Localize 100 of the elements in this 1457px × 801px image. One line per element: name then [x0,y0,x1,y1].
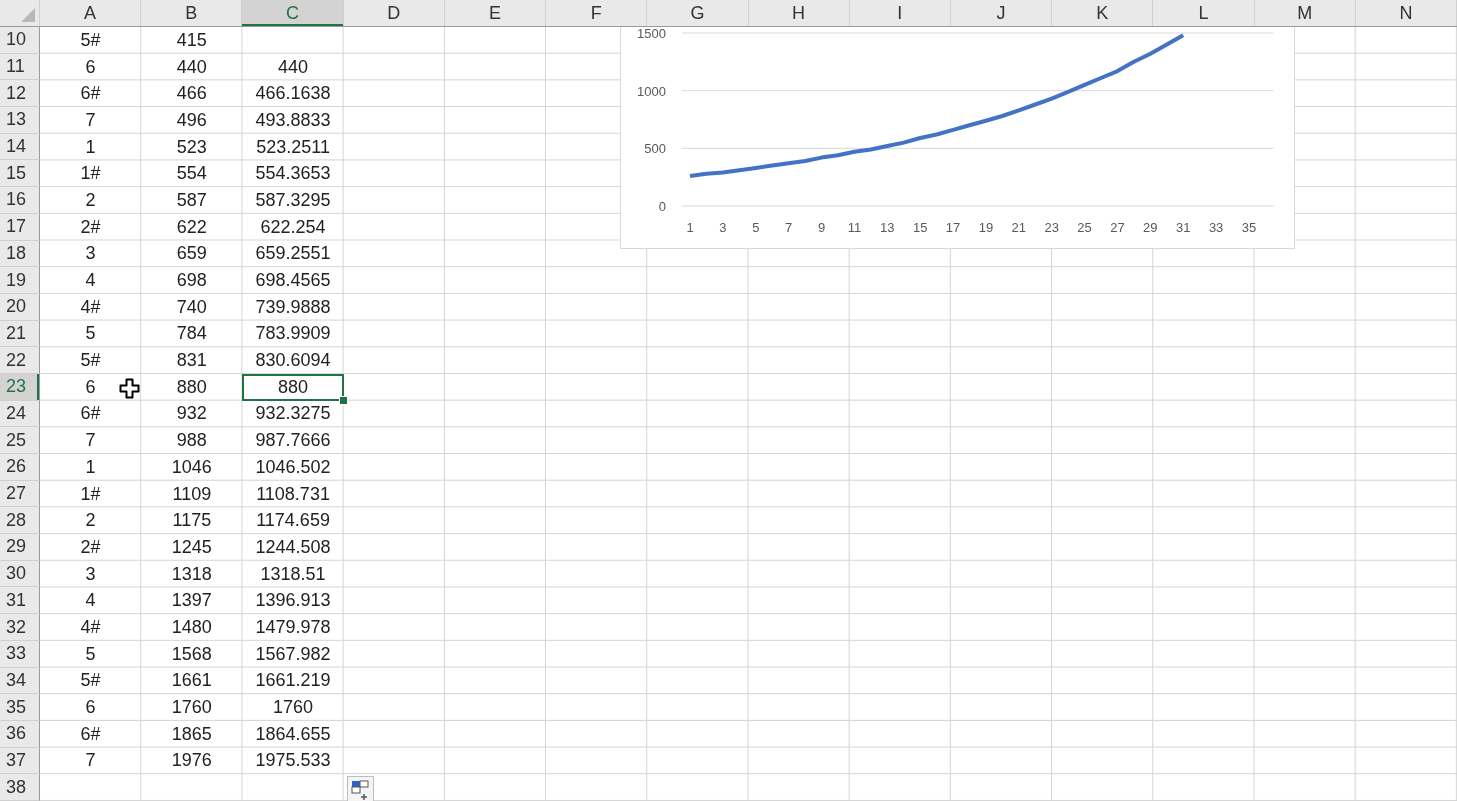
row-header[interactable]: 31 [0,587,40,615]
column-header[interactable]: H [748,0,850,26]
table-cell: 5# [80,350,101,372]
row-header[interactable]: 10 [0,27,40,54]
table-cell: 415 [176,29,207,51]
table-cell: 987.7666 [255,430,331,452]
column-header[interactable]: C [242,0,344,26]
table-cell: 554.3653 [255,163,331,185]
table-cell: 523.2511 [256,136,330,158]
x-axis-label: 33 [1208,220,1224,235]
column-header[interactable]: L [1153,0,1255,26]
table-cell: 1396.913 [255,590,331,612]
table-cell: 4# [80,617,101,638]
column-header[interactable]: A [40,0,142,26]
table-cell: 4 [85,590,96,612]
table-cell: 1479.978 [255,617,331,638]
row-header[interactable]: 21 [0,320,40,348]
x-axis-label: 5 [752,220,760,235]
row-header[interactable]: 11 [0,53,40,81]
column-header[interactable]: N [1355,0,1457,26]
table-cell: 932.3275 [255,403,331,425]
row-header[interactable]: 18 [0,240,40,268]
table-cell: 5# [80,670,101,692]
table-cell: 1864.655 [255,723,331,745]
row-header[interactable]: 28 [0,507,40,535]
table-cell: 2 [85,510,96,532]
table-cell: 1661.219 [255,670,331,692]
table-cell: 1 [85,456,96,478]
table-cell: 5 [85,643,96,665]
row-header[interactable]: 35 [0,694,40,721]
table-cell: 5 [85,323,96,345]
column-header[interactable]: J [950,0,1053,26]
table-cell: 1568 [171,643,212,665]
row-header[interactable]: 29 [0,534,40,561]
table-cell: 1# [80,163,101,185]
column-header[interactable]: G [647,0,749,26]
row-header[interactable]: 15 [0,160,40,188]
x-axis-label: 3 [719,220,727,235]
column-header[interactable]: M [1254,0,1356,26]
y-axis-label: 1500 [637,27,666,41]
row-header[interactable]: 23 [0,373,40,401]
table-cell: 6# [80,83,101,105]
row-header[interactable]: 25 [0,427,40,455]
y-axis-label: 500 [644,141,666,157]
row-header[interactable]: 33 [0,640,40,668]
table-cell: 6# [80,723,101,745]
table-cell: 698.4565 [255,270,331,292]
table-cell: 988 [176,430,207,452]
table-cell: 1174.659 [256,510,330,532]
table-cell: 466 [176,83,207,105]
table-cell: 659.2551 [255,243,331,265]
row-header[interactable]: 36 [0,720,40,748]
column-header[interactable]: K [1052,0,1154,26]
row-header[interactable]: 38 [0,774,40,801]
paste-options-icon[interactable] [347,776,374,801]
row-header[interactable]: 27 [0,480,40,508]
table-cell: 523 [176,136,207,158]
table-cell: 783.9909 [255,323,331,345]
x-axis-label: 23 [1044,220,1059,235]
row-header[interactable]: 30 [0,560,40,588]
row-header[interactable]: 16 [0,187,40,214]
x-axis-label: 17 [945,220,961,235]
table-cell: 6 [85,376,96,398]
x-axis-label: 29 [1143,220,1158,235]
row-header[interactable]: 13 [0,107,40,134]
y-axis-label: 0 [658,199,666,214]
row-header[interactable]: 19 [0,267,40,294]
table-cell: 1480 [171,617,212,638]
row-header[interactable]: 32 [0,614,40,641]
table-cell: 3 [85,243,96,265]
x-axis-label: 7 [785,220,793,235]
table-cell: 1397 [171,590,212,612]
column-header[interactable]: D [343,0,445,26]
table-cell: 466.1638 [255,83,331,105]
row-header[interactable]: 12 [0,80,40,108]
x-axis-label: 25 [1077,220,1092,235]
column-header[interactable]: F [546,0,648,26]
column-header[interactable]: E [444,0,547,26]
row-header[interactable]: 37 [0,747,40,775]
row-header[interactable]: 26 [0,454,40,481]
table-cell: 496 [176,109,207,131]
column-header[interactable]: I [849,0,951,26]
x-axis-label: 31 [1176,220,1191,235]
table-cell: 7 [85,430,96,452]
row-header[interactable]: 17 [0,213,40,241]
table-cell: 1244.508 [255,536,331,558]
row-header[interactable]: 22 [0,347,40,374]
row-header[interactable]: 20 [0,293,40,321]
table-cell: 1245 [171,536,212,558]
table-cell: 932 [176,403,207,425]
cross-cursor-icon [119,378,141,400]
row-header[interactable]: 24 [0,400,40,428]
row-header[interactable]: 14 [0,133,40,161]
table-cell: 1865 [171,723,212,745]
table-cell: 4 [85,270,96,292]
x-axis-label: 21 [1011,220,1027,235]
table-cell: 784 [176,323,207,345]
row-header[interactable]: 34 [0,667,40,695]
x-axis-label: 9 [817,220,826,235]
table-cell: 6 [85,697,96,719]
